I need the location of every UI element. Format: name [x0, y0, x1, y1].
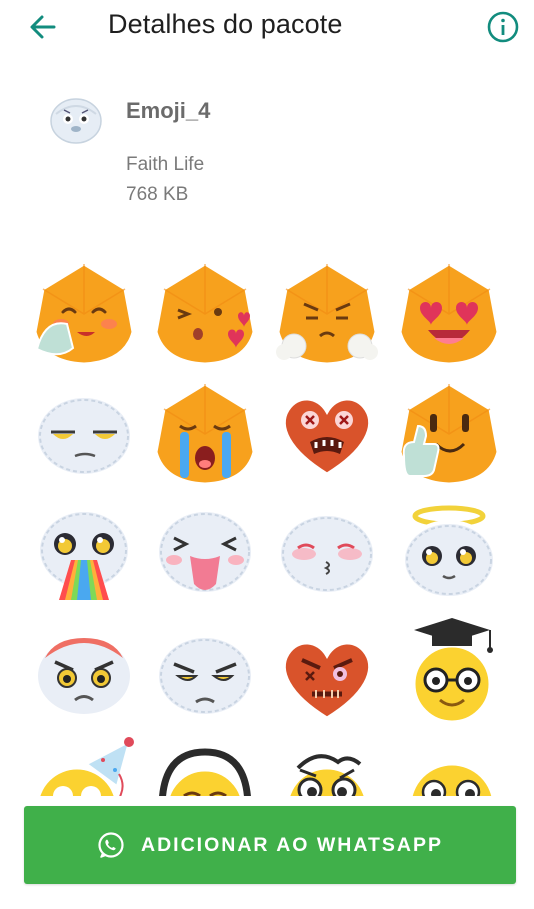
- sticker-fluffy-side-eye[interactable]: [25, 374, 143, 492]
- sticker-grid: [0, 248, 534, 796]
- info-icon: [487, 11, 519, 43]
- add-button-label: ADICIONAR AO WHATSAPP: [141, 833, 443, 856]
- whatsapp-icon: [98, 832, 124, 858]
- sticker-orange-thumbs-up[interactable]: [390, 374, 508, 492]
- sticker-fluffy-angry-red[interactable]: [25, 614, 143, 732]
- sticker-yellow-party-hat[interactable]: [25, 734, 143, 796]
- arrow-back-icon: [30, 15, 56, 39]
- sticker-fluffy-angry[interactable]: [146, 614, 264, 732]
- page-title: Detalhes do pacote: [108, 9, 343, 39]
- sticker-fluffy-blush-kiss[interactable]: [268, 494, 386, 612]
- sticker-fluffy-tongue-out[interactable]: [146, 494, 264, 612]
- app-bar: Detalhes do pacote: [0, 0, 534, 56]
- back-button[interactable]: [26, 10, 60, 44]
- sticker-orange-crying[interactable]: [146, 374, 264, 492]
- sticker-fluffy-rainbow-vomit[interactable]: [25, 494, 143, 612]
- bottom-action-bar: ADICIONAR AO WHATSAPP: [0, 796, 534, 909]
- sticker-yellow-surprised[interactable]: [390, 734, 508, 796]
- sticker-orange-blush-shy[interactable]: [25, 254, 143, 372]
- sticker-yellow-nerd-graduate[interactable]: [390, 614, 508, 732]
- pack-publisher: Faith Life: [126, 154, 205, 175]
- info-button[interactable]: [486, 10, 520, 44]
- pack-tray-icon: [48, 92, 104, 146]
- sticker-yellow-headphones[interactable]: [146, 734, 264, 796]
- sticker-orange-heart-eyes[interactable]: [390, 254, 508, 372]
- pack-name: Emoji_4: [126, 98, 211, 123]
- sticker-orange-angry-steam[interactable]: [268, 254, 386, 372]
- pack-size: 768 KB: [126, 184, 189, 205]
- sticker-orange-kiss-hearts[interactable]: [146, 254, 264, 372]
- sticker-yellow-confused[interactable]: [268, 734, 386, 796]
- sticker-heart-dizzy[interactable]: [268, 374, 386, 492]
- add-to-whatsapp-button[interactable]: ADICIONAR AO WHATSAPP: [24, 806, 516, 884]
- sticker-heart-angry[interactable]: [268, 614, 386, 732]
- sticker-fluffy-angel[interactable]: [390, 494, 508, 612]
